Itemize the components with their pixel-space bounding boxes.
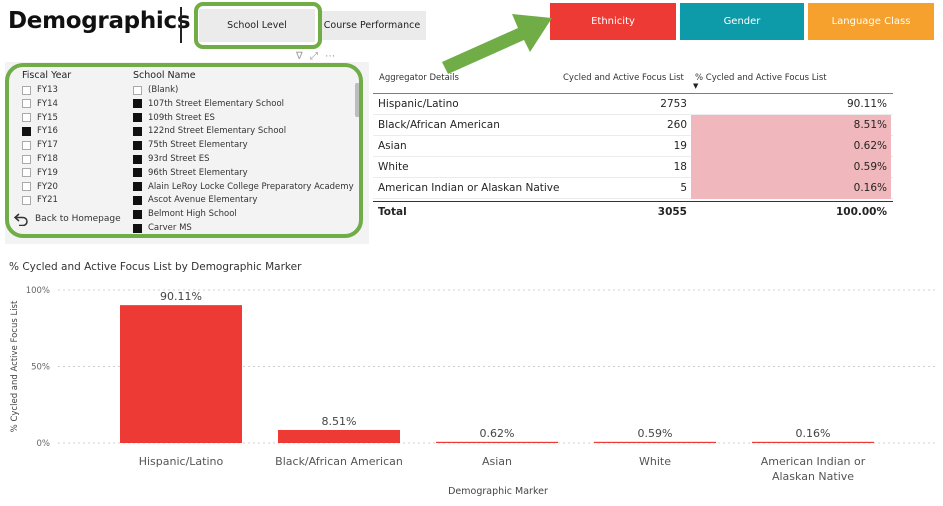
focus-mode-icon[interactable]: ⤢ [310,51,320,62]
data-label: 8.51% [322,415,357,428]
table-total-row[interactable]: Total 3055 100.00% [373,201,893,222]
y-tick-label: 100% [26,286,50,296]
y-tick-label: 0% [37,439,51,449]
bar-chart: 0% 50% 100% % Cycled and Active Focus List 9… [10,286,935,497]
percent-cell: 0.62% [691,136,891,157]
category-label: Black/African American [275,455,403,468]
table-row[interactable]: Hispanic/Latino 2753 90.11% [373,94,893,115]
school-level-highlight-box [194,2,322,49]
aggregator-cell: Asian [378,140,407,152]
page-title: Demographics [8,8,191,34]
y-axis-label: % Cycled and Active Focus List [10,300,20,432]
data-label: 0.62% [480,427,515,440]
category-label: Hispanic/Latino [139,455,224,468]
table-header-count[interactable]: Cycled and Active Focus List [563,73,684,83]
category-label: American Indian or [761,455,866,468]
percent-cell: 0.59% [691,157,891,178]
aggregator-cell: Black/African American [378,119,500,131]
data-label: 0.59% [638,427,673,440]
count-cell: 5 [680,182,687,194]
count-cell: 18 [673,161,687,173]
percent-cell: 0.16% [691,178,891,199]
table-row[interactable]: Asian 19 0.62% [373,136,893,157]
gender-button[interactable]: Gender [680,3,804,40]
data-label: 0.16% [796,427,831,440]
percent-cell: 100.00% [835,206,887,218]
percent-cell: 90.11% [846,98,887,110]
table-row[interactable]: Black/African American 260 8.51% [373,115,893,136]
count-cell: 260 [666,119,687,131]
aggregator-table: Aggregator Details Cycled and Active Foc… [373,64,893,224]
bar-1[interactable] [278,429,400,443]
aggregator-cell: Total [378,206,407,218]
table-row[interactable]: White 18 0.59% [373,157,893,178]
category-label: Asian [482,455,512,468]
bar-3[interactable] [594,441,716,443]
table-header-percent[interactable]: % Cycled and Active Focus List [695,73,827,83]
chart-title: % Cycled and Active Focus List by Demogr… [9,261,302,273]
table-header-aggregator[interactable]: Aggregator Details [379,73,459,83]
count-cell: 3055 [657,206,687,218]
more-options-icon[interactable]: ⋯ [325,51,337,62]
y-tick-label: 50% [31,363,50,373]
course-performance-button[interactable]: Course Performance [318,11,426,40]
bar-2[interactable] [436,441,558,443]
filter-icon[interactable]: ∇ [296,51,305,62]
x-axis-label: Demographic Marker [448,486,548,497]
percent-cell: 8.51% [691,115,891,136]
aggregator-cell: American Indian or Alaskan Native [378,182,560,194]
language-class-button[interactable]: Language Class [808,3,934,40]
table-row[interactable]: American Indian or Alaskan Native 5 0.16% [373,178,893,199]
aggregator-cell: White [378,161,409,173]
visual-header-icons[interactable]: ∇ ⤢ ⋯ [296,51,337,62]
count-cell: 2753 [660,98,687,110]
bar-4[interactable] [752,441,874,443]
ethnicity-button[interactable]: Ethnicity [550,3,676,40]
category-label: White [639,455,671,468]
aggregator-cell: Hispanic/Latino [378,98,459,110]
title-divider [180,7,182,43]
sort-descending-icon: ▼ [693,82,699,90]
category-label: Alaskan Native [772,470,854,483]
bar-0[interactable] [120,305,242,443]
data-label: 90.11% [160,290,202,303]
count-cell: 19 [673,140,687,152]
slicer-highlight-box [5,63,363,238]
